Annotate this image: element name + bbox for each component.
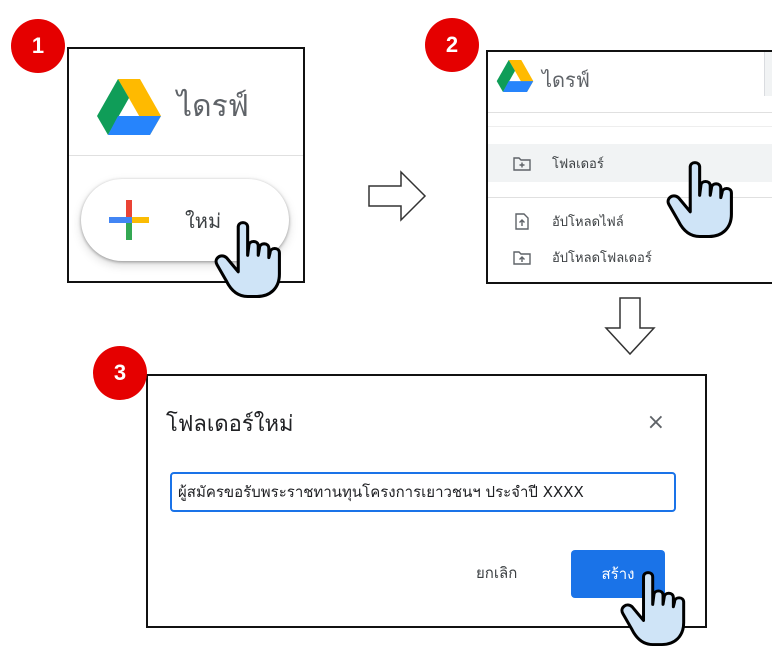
cancel-button[interactable]: ยกเลิก <box>470 560 523 586</box>
search-box-edge <box>764 52 772 96</box>
step-badge-2: 2 <box>425 18 479 72</box>
menu-item-upload-folder[interactable]: อัปโหลดโฟลเดอร์ <box>488 238 772 276</box>
pointer-hand-icon <box>666 161 733 238</box>
plus-icon <box>109 200 149 240</box>
pointer-hand-icon <box>214 221 281 298</box>
drive-logo-icon <box>496 60 534 92</box>
divider <box>488 112 772 113</box>
drive-brand-label: ไดรฟ์ <box>177 89 249 124</box>
dialog-title: โฟลเดอร์ใหม่ <box>166 412 294 437</box>
menu-item-label: โฟลเดอร์ <box>552 156 604 172</box>
drive-logo-icon <box>97 79 161 135</box>
arrow-down-icon <box>604 297 656 356</box>
file-upload-icon <box>512 211 532 231</box>
divider <box>69 155 303 156</box>
pointer-hand-icon <box>620 571 686 647</box>
folder-upload-icon <box>512 247 532 267</box>
step-badge-1: 1 <box>11 19 65 73</box>
folder-name-input[interactable] <box>170 472 676 512</box>
arrow-right-icon <box>368 170 427 222</box>
menu-item-label: อัปโหลดโฟลเดอร์ <box>552 250 652 266</box>
menu-item-label: อัปโหลดไฟล์ <box>552 214 624 230</box>
step-badge-3: 3 <box>93 346 147 400</box>
new-folder-icon <box>512 153 532 173</box>
divider <box>488 126 772 127</box>
close-icon[interactable]: × <box>647 410 665 435</box>
drive-brand-label: ไดรฟ์ <box>542 68 590 92</box>
